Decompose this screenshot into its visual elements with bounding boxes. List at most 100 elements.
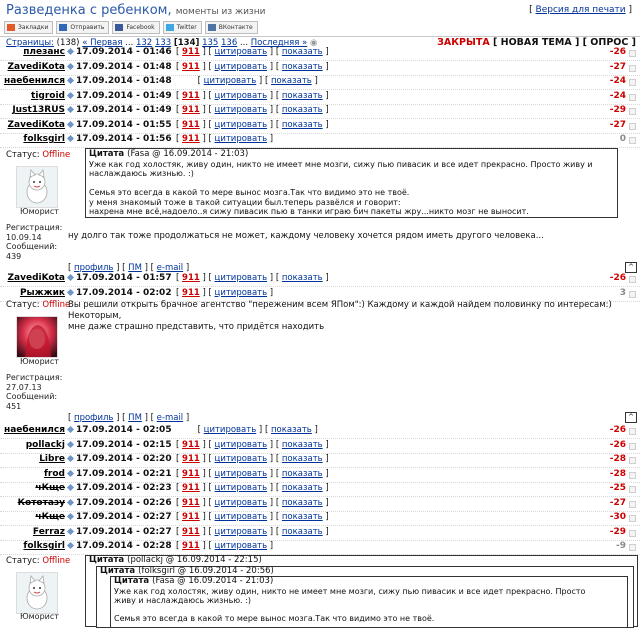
share-button-3[interactable]: Twitter [162, 21, 202, 34]
share-button-2[interactable]: Facebook [112, 21, 160, 34]
report-911-link[interactable]: 911 [182, 62, 200, 72]
user-nick[interactable]: ZavediKota [8, 120, 65, 130]
quote-link[interactable]: цитировать [215, 469, 268, 479]
user-nick[interactable]: Рыжжик [20, 288, 65, 298]
show-link[interactable]: показать [282, 91, 323, 101]
rating-checkbox[interactable] [629, 471, 636, 479]
rating-checkbox[interactable] [629, 428, 636, 435]
rating-checkbox[interactable] [629, 544, 636, 551]
quote-link[interactable]: цитировать [215, 120, 268, 130]
user-nick[interactable]: Libre [39, 454, 65, 464]
show-link[interactable]: показать [271, 76, 312, 86]
user-nick[interactable]: наебенился [4, 76, 65, 86]
user-nick[interactable]: ZavediKota [8, 273, 65, 283]
quote-link[interactable]: цитировать [215, 483, 268, 493]
show-link[interactable]: показать [282, 454, 323, 464]
show-link[interactable]: показать [282, 469, 323, 479]
report-911-link[interactable]: 911 [182, 91, 200, 101]
post2-rank: Юморист [20, 357, 59, 366]
show-link[interactable]: показать [282, 483, 323, 493]
report-911-link[interactable]: 911 [182, 440, 200, 450]
scroll-up-button[interactable]: ^ [625, 412, 637, 423]
share-button-0[interactable]: Закладки [4, 21, 54, 34]
report-911-link[interactable]: 911 [182, 454, 200, 464]
report-911-link[interactable]: 911 [182, 120, 200, 130]
quote-link[interactable]: цитировать [215, 62, 268, 72]
quote-link[interactable]: цитировать [215, 47, 268, 57]
quote-link[interactable]: цитировать [204, 425, 257, 435]
show-link[interactable]: показать [282, 105, 323, 115]
rating-checkbox[interactable] [629, 500, 636, 508]
rating-checkbox[interactable] [629, 64, 636, 72]
quote-link[interactable]: цитировать [215, 105, 268, 115]
user-nick[interactable]: наебенился [4, 425, 65, 435]
rating-checkbox[interactable] [629, 276, 636, 283]
rating-checkbox[interactable] [629, 93, 636, 101]
post-actions: [ 911 ] [ цитировать ] [176, 134, 274, 144]
report-911-link[interactable]: 911 [182, 483, 200, 493]
show-link[interactable]: показать [271, 425, 312, 435]
user-nick[interactable]: ZavediKota [8, 62, 65, 72]
quote-link[interactable]: цитировать [204, 76, 257, 86]
quote-link[interactable]: цитировать [215, 541, 268, 551]
share-button-4[interactable]: ВКонтакте [204, 21, 258, 34]
report-911-link[interactable]: 911 [182, 134, 200, 144]
email-link[interactable]: e-mail [157, 413, 184, 423]
report-911-link[interactable]: 911 [182, 288, 200, 298]
user-nick[interactable]: чКще [35, 483, 65, 493]
reply-row: чКще 17.09.2014 - 02:27 [ 911 ] [ цитирова… [0, 511, 640, 526]
rating-checkbox[interactable] [629, 137, 636, 144]
show-link[interactable]: показать [282, 512, 323, 522]
report-911-link[interactable]: 911 [182, 469, 200, 479]
quote-link[interactable]: цитировать [215, 288, 268, 298]
quote-link[interactable]: цитировать [215, 454, 268, 464]
quote-link[interactable]: цитировать [215, 91, 268, 101]
quote-link[interactable]: цитировать [215, 134, 268, 144]
quote-link[interactable]: цитировать [215, 498, 268, 508]
user-nick[interactable]: плезанс [23, 47, 65, 57]
show-link[interactable]: показать [282, 440, 323, 450]
rating-checkbox[interactable] [629, 108, 636, 115]
user-nick[interactable]: frod [44, 469, 65, 479]
rating-checkbox[interactable] [629, 50, 636, 57]
show-link[interactable]: показать [282, 498, 323, 508]
show-link[interactable]: показать [282, 273, 323, 283]
show-link[interactable]: показать [282, 62, 323, 72]
user-nick[interactable]: folksgirl [23, 134, 65, 144]
user-nick[interactable]: Ferraz [33, 527, 65, 537]
rating-checkbox[interactable] [629, 529, 636, 537]
pm-link[interactable]: ПМ [128, 413, 142, 423]
show-link[interactable]: показать [282, 47, 323, 57]
rating-checkbox[interactable] [629, 515, 636, 522]
profile-link[interactable]: профиль [74, 413, 113, 423]
user-nick[interactable]: tigroid [31, 91, 65, 101]
share-button-1[interactable]: Отправить [56, 21, 110, 34]
report-911-link[interactable]: 911 [182, 527, 200, 537]
rating-checkbox[interactable] [629, 457, 636, 464]
rating-checkbox[interactable] [629, 122, 636, 130]
user-nick[interactable]: чКще [35, 512, 65, 522]
rating-checkbox[interactable] [629, 442, 636, 450]
report-911-link[interactable]: 911 [182, 47, 200, 57]
print-version-link[interactable]: Версия для печати [536, 5, 626, 15]
rating-checkbox[interactable] [629, 486, 636, 493]
report-911-link[interactable]: 911 [182, 512, 200, 522]
rating-checkbox[interactable] [629, 79, 636, 86]
report-911-link[interactable]: 911 [182, 498, 200, 508]
report-911-link[interactable]: 911 [182, 541, 200, 551]
quote-link[interactable]: цитировать [215, 527, 268, 537]
show-link[interactable]: показать [282, 120, 323, 130]
user-nick[interactable]: pollackj [26, 440, 65, 450]
quote-link[interactable]: цитировать [215, 273, 268, 283]
user-nick[interactable]: Кототазу [18, 498, 65, 508]
show-link[interactable]: показать [282, 527, 323, 537]
user-nick[interactable]: folksgirl [23, 541, 65, 551]
post-date: 17.09.2014 - 01:46 [76, 47, 172, 57]
quote-link[interactable]: цитировать [215, 512, 268, 522]
user-nick[interactable]: Just13RUS [12, 105, 65, 115]
report-911-link[interactable]: 911 [182, 105, 200, 115]
report-911-link[interactable]: 911 [182, 273, 200, 283]
quote-link[interactable]: цитировать [215, 440, 268, 450]
rating-checkbox[interactable] [629, 290, 636, 298]
post-date: 17.09.2014 - 02:20 [76, 454, 172, 464]
